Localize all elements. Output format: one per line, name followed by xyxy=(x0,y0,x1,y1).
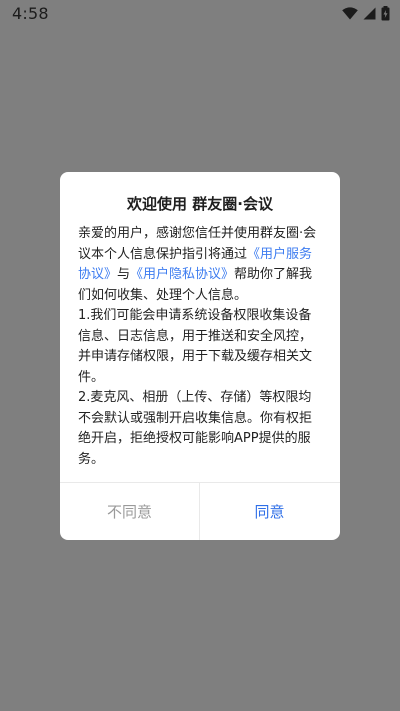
privacy-consent-dialog: 欢迎使用 群友圈·会议 亲爱的用户，感谢您信任并使用群友圈·会议本个人信息保护指… xyxy=(60,172,340,540)
intro-paragraph: 亲爱的用户，感谢您信任并使用群友圈·会议本个人信息保护指引将通过《用户服务协议》… xyxy=(78,224,324,306)
dialog-body: 亲爱的用户，感谢您信任并使用群友圈·会议本个人信息保护指引将通过《用户服务协议》… xyxy=(78,224,324,470)
dialog-title: 欢迎使用 群友圈·会议 xyxy=(127,195,273,213)
status-icons xyxy=(342,6,390,21)
wifi-icon xyxy=(342,7,358,20)
permission-point-1: 1.我们可能会申请系统设备权限收集设备 信息、日志信息，用于推送和安全风控， 并… xyxy=(78,308,313,385)
status-time: 4:58 xyxy=(12,4,49,23)
battery-icon xyxy=(381,6,390,21)
cell-signal-icon xyxy=(363,7,376,20)
screen: 4:58 欢迎使用 群友圈·会议 亲爱的用户，感谢您信任并使用群友圈·会议本个人… xyxy=(0,0,400,711)
disagree-button[interactable]: 不同意 xyxy=(60,483,199,540)
conjunction-text: 与 xyxy=(117,267,131,282)
status-bar: 4:58 xyxy=(0,0,400,30)
privacy-policy-link[interactable]: 《用户隐私协议》 xyxy=(130,267,234,282)
permission-point-2: 2.麦克风、相册（上传、存储）等权限均 不会默认或强制开启收集信息。你有权拒绝开… xyxy=(78,390,313,467)
agree-button[interactable]: 同意 xyxy=(200,483,339,540)
